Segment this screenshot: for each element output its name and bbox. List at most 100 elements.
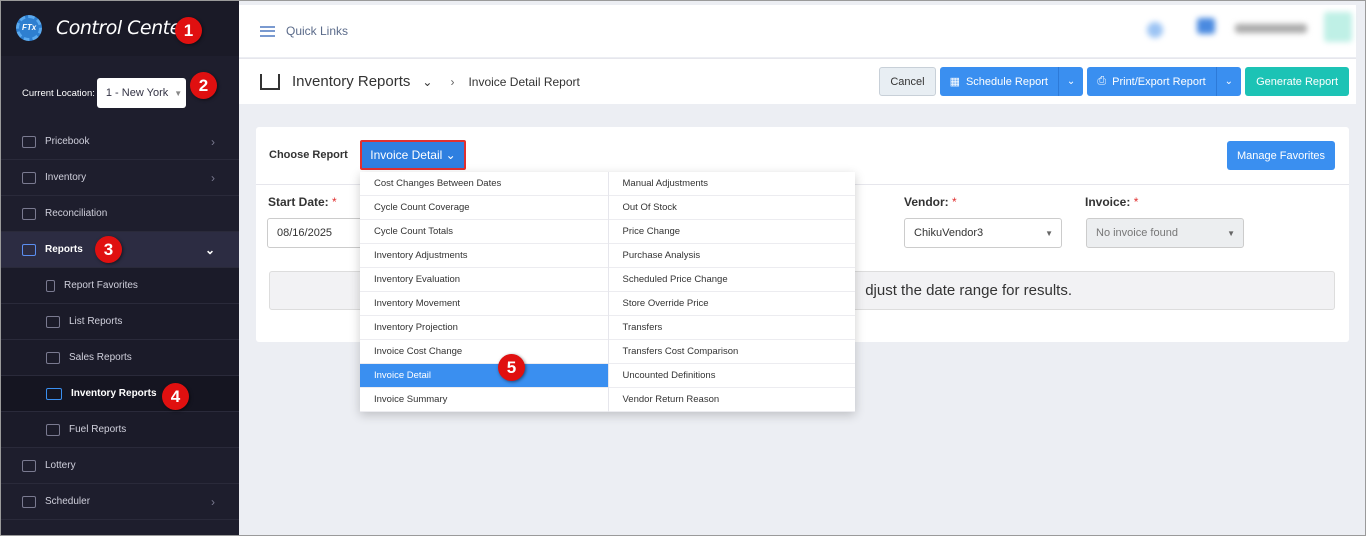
sidebar-item-scheduler[interactable]: Scheduler › xyxy=(0,484,239,520)
breadcrumb: Invoice Detail Report xyxy=(468,74,580,89)
label: Fuel Reports xyxy=(69,424,127,435)
label: Start Date: xyxy=(268,195,329,209)
vendor-select[interactable]: ChikuVendor3 ▼ xyxy=(904,218,1062,248)
menu-item[interactable]: Inventory Adjustments xyxy=(360,244,608,268)
label: Report Favorites xyxy=(64,280,138,291)
sidebar-item-fuel-reports[interactable]: Fuel Reports xyxy=(0,412,239,448)
user-name-redacted[interactable] xyxy=(1235,24,1307,33)
menu-item[interactable]: Cycle Count Coverage xyxy=(360,196,608,220)
caret-down-icon: ▼ xyxy=(174,88,183,98)
warehouse-icon xyxy=(260,73,280,90)
menu-item[interactable]: Price Change xyxy=(608,220,855,244)
required-mark: * xyxy=(1133,195,1139,209)
line-chart-icon xyxy=(46,351,60,364)
top-bar: Quick Links xyxy=(239,5,1356,57)
menu-item[interactable]: Inventory Movement xyxy=(360,292,608,316)
label: Schedule Report xyxy=(965,75,1048,88)
label: Invoice: xyxy=(1085,195,1131,209)
menu-item[interactable]: Inventory Projection xyxy=(360,316,608,340)
schedule-report-button[interactable]: ▦ Schedule Report ⌄ xyxy=(939,67,1084,96)
menu-item[interactable]: Invoice Summary xyxy=(360,388,608,412)
sidebar-item-report-favorites[interactable]: Report Favorites xyxy=(0,268,239,304)
calendar-icon: ▦ xyxy=(949,76,960,88)
label: List Reports xyxy=(69,316,123,327)
menu-item[interactable]: Transfers xyxy=(608,316,855,340)
sidebar-item-inventory-reports[interactable]: Inventory Reports xyxy=(0,376,239,412)
caret-down-icon: ▼ xyxy=(1227,228,1235,238)
menu-item[interactable]: Store Override Price xyxy=(608,292,855,316)
invoice-select[interactable]: No invoice found ▼ xyxy=(1086,218,1244,248)
printer-icon: ⎙ xyxy=(1097,75,1107,87)
choose-report-dropdown[interactable]: Invoice Detail ⌄ xyxy=(360,140,466,170)
page-header: Inventory Reports ⌄ › Invoice Detail Rep… xyxy=(239,58,1356,104)
location-label: Current Location: xyxy=(22,87,95,99)
label: Scheduler xyxy=(45,496,91,507)
menu-item[interactable]: Inventory Evaluation xyxy=(360,268,608,292)
calculator-icon xyxy=(22,135,36,148)
quick-links[interactable]: Quick Links xyxy=(286,24,348,38)
print-export-button[interactable]: ⎙ Print/Export Report ⌄ xyxy=(1087,67,1242,96)
location-value: 1 - New York xyxy=(105,87,169,99)
logo-text: Control Center xyxy=(56,17,189,39)
value: ChikuVendor3 xyxy=(914,227,984,239)
warehouse-icon xyxy=(46,387,62,400)
chevron-down-icon[interactable]: ⌄ xyxy=(422,75,432,89)
chevron-right-icon: › xyxy=(211,134,215,149)
line-chart-icon xyxy=(46,423,60,436)
label: Invoice Detail xyxy=(370,148,443,162)
menu-item[interactable]: Transfers Cost Comparison xyxy=(608,340,855,364)
sidebar-item-reconciliation[interactable]: Reconciliation xyxy=(0,196,239,232)
menu-item[interactable]: Scheduled Price Change xyxy=(608,268,855,292)
menu-item[interactable]: Cost Changes Between Dates xyxy=(360,172,608,196)
generate-report-button[interactable]: Generate Report xyxy=(1245,67,1349,96)
menu-item[interactable]: Vendor Return Reason xyxy=(608,388,855,412)
sidebar-item-list-reports[interactable]: List Reports xyxy=(0,304,239,340)
page-title[interactable]: Inventory Reports xyxy=(292,73,410,90)
label: Print/Export Report xyxy=(1112,75,1206,88)
annotation-marker: 3 xyxy=(95,236,122,263)
sidebar-item-pricebook[interactable]: Pricebook › xyxy=(0,124,239,160)
menu-item[interactable]: Manual Adjustments xyxy=(608,172,855,196)
vendor-label: Vendor: * xyxy=(904,195,957,209)
chevron-down-icon: ⌄ xyxy=(204,242,215,257)
notification-icon[interactable] xyxy=(1147,22,1163,38)
sidebar-item-sales-reports[interactable]: Sales Reports xyxy=(0,340,239,376)
invoice-label: Invoice: * xyxy=(1085,195,1138,209)
sidebar-nav: Pricebook › Inventory › Reconciliation Rep… xyxy=(0,124,239,520)
cancel-button[interactable]: Cancel xyxy=(879,67,936,96)
chevron-down-icon[interactable]: ⌄ xyxy=(1217,76,1241,87)
bookmark-icon xyxy=(46,279,55,292)
menu-item[interactable]: Uncounted Definitions xyxy=(608,364,855,388)
annotation-marker: 2 xyxy=(190,72,217,99)
chat-icon[interactable] xyxy=(1197,18,1215,34)
annotation-marker: 4 xyxy=(162,383,189,410)
label: Inventory Reports xyxy=(71,388,157,399)
value: 08/16/2025 xyxy=(277,227,333,239)
sidebar-item-inventory[interactable]: Inventory › xyxy=(0,160,239,196)
caret-down-icon: ▼ xyxy=(1045,228,1053,238)
chevron-down-icon: ⌄ xyxy=(445,148,456,162)
bar-chart-icon xyxy=(22,243,36,256)
gear-logo-icon: FTx xyxy=(14,13,52,43)
sidebar-item-lottery[interactable]: Lottery xyxy=(0,448,239,484)
choose-report-label: Choose Report xyxy=(269,149,348,161)
label: Lottery xyxy=(45,460,76,471)
menu-item[interactable]: Purchase Analysis xyxy=(608,244,855,268)
logo[interactable]: FTx Control Center xyxy=(0,0,239,56)
menu-item[interactable]: Cycle Count Totals xyxy=(360,220,608,244)
menu-item[interactable]: Invoice Cost Change xyxy=(360,340,608,364)
calendar-icon xyxy=(22,495,36,508)
label: Vendor: xyxy=(904,195,949,209)
menu-column-1: Cost Changes Between Dates Cycle Count Co… xyxy=(360,172,608,412)
menu-item[interactable]: Invoice Detail xyxy=(360,364,608,388)
menu-item[interactable]: Out Of Stock xyxy=(608,196,855,220)
line-chart-icon xyxy=(46,315,60,328)
chevron-right-icon: › xyxy=(211,494,215,509)
manage-favorites-button[interactable]: Manage Favorites xyxy=(1226,141,1335,170)
grid-icon xyxy=(22,207,36,220)
menu-icon[interactable] xyxy=(260,25,275,37)
avatar[interactable] xyxy=(1324,12,1352,42)
chevron-down-icon[interactable]: ⌄ xyxy=(1059,76,1083,87)
location-dropdown[interactable]: 1 - New York ▼ xyxy=(96,78,186,108)
label: Pricebook xyxy=(45,136,90,147)
